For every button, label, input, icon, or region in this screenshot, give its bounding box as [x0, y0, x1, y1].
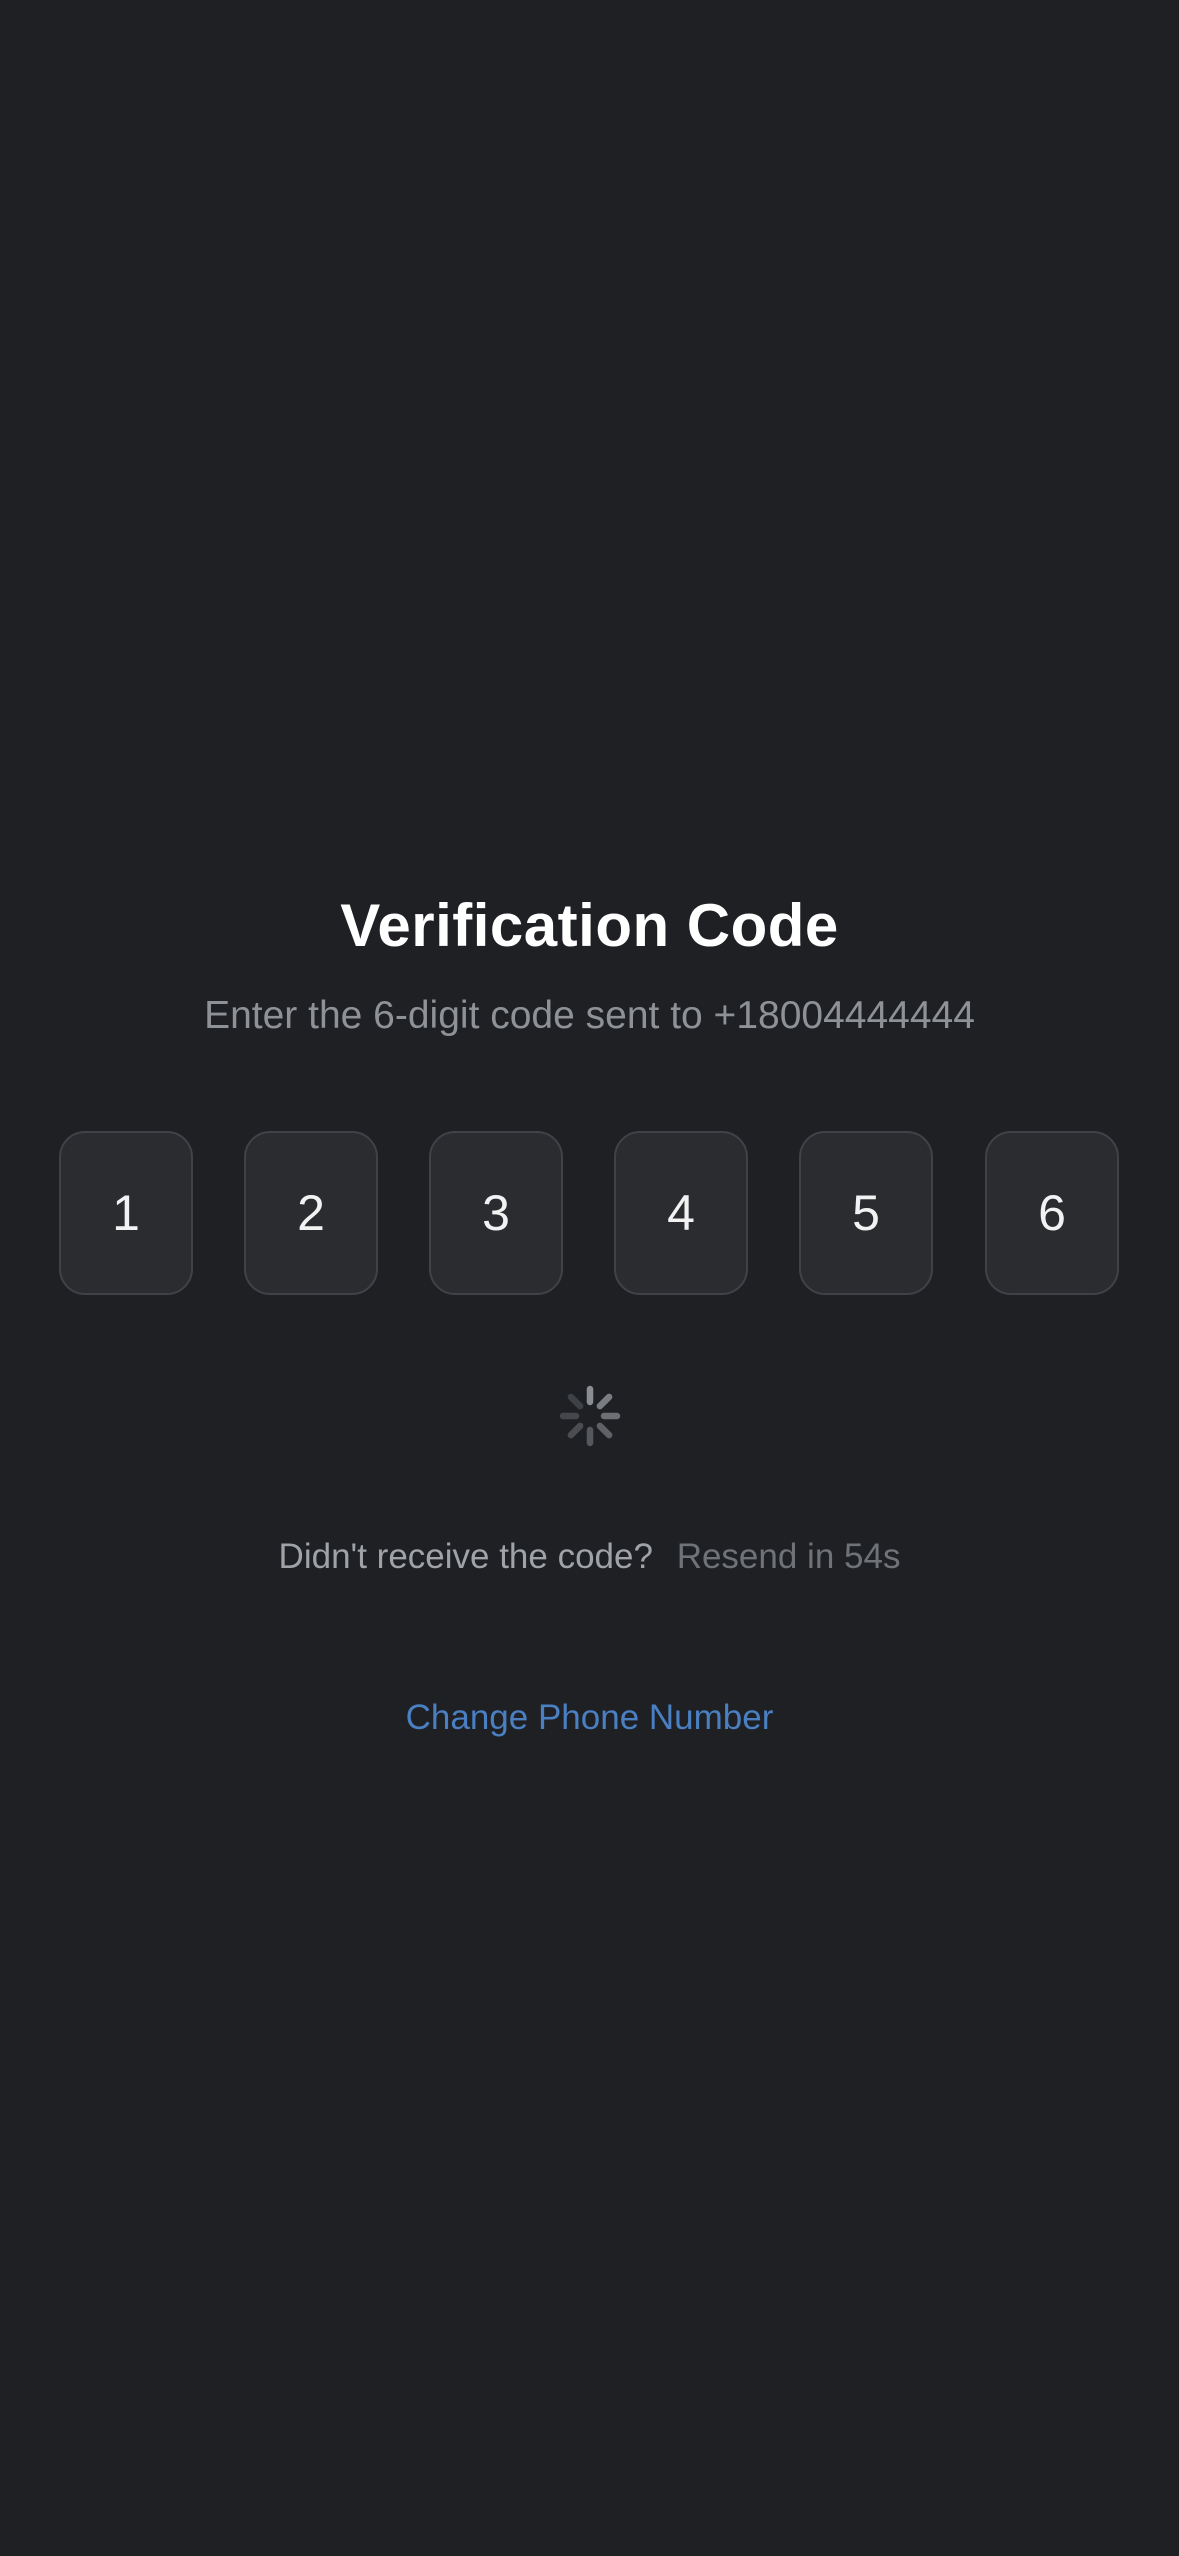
code-digit-5-input[interactable]: 5	[799, 1131, 933, 1295]
verification-screen: Verification Code Enter the 6-digit code…	[0, 0, 1179, 2556]
resend-row: Didn't receive the code? Resend in 54s	[0, 1529, 1179, 1585]
spinner-icon	[559, 1385, 621, 1447]
code-digit-3-input[interactable]: 3	[429, 1131, 563, 1295]
code-digit-1-input[interactable]: 1	[59, 1131, 193, 1295]
resend-countdown: Resend in 54s	[676, 1537, 901, 1576]
instruction-text: Enter the 6-digit code sent to +18004444…	[204, 994, 975, 1037]
code-digit-6-input[interactable]: 6	[985, 1131, 1119, 1295]
resend-prompt: Didn't receive the code?	[278, 1537, 653, 1576]
code-input-group: 1 2 3 4 5 6	[59, 1131, 1120, 1295]
code-digit-2-input[interactable]: 2	[244, 1131, 378, 1295]
page-title: Verification Code	[340, 892, 839, 959]
code-digit-4-input[interactable]: 4	[614, 1131, 748, 1295]
change-phone-number-link[interactable]: Change Phone Number	[0, 1690, 1179, 1746]
